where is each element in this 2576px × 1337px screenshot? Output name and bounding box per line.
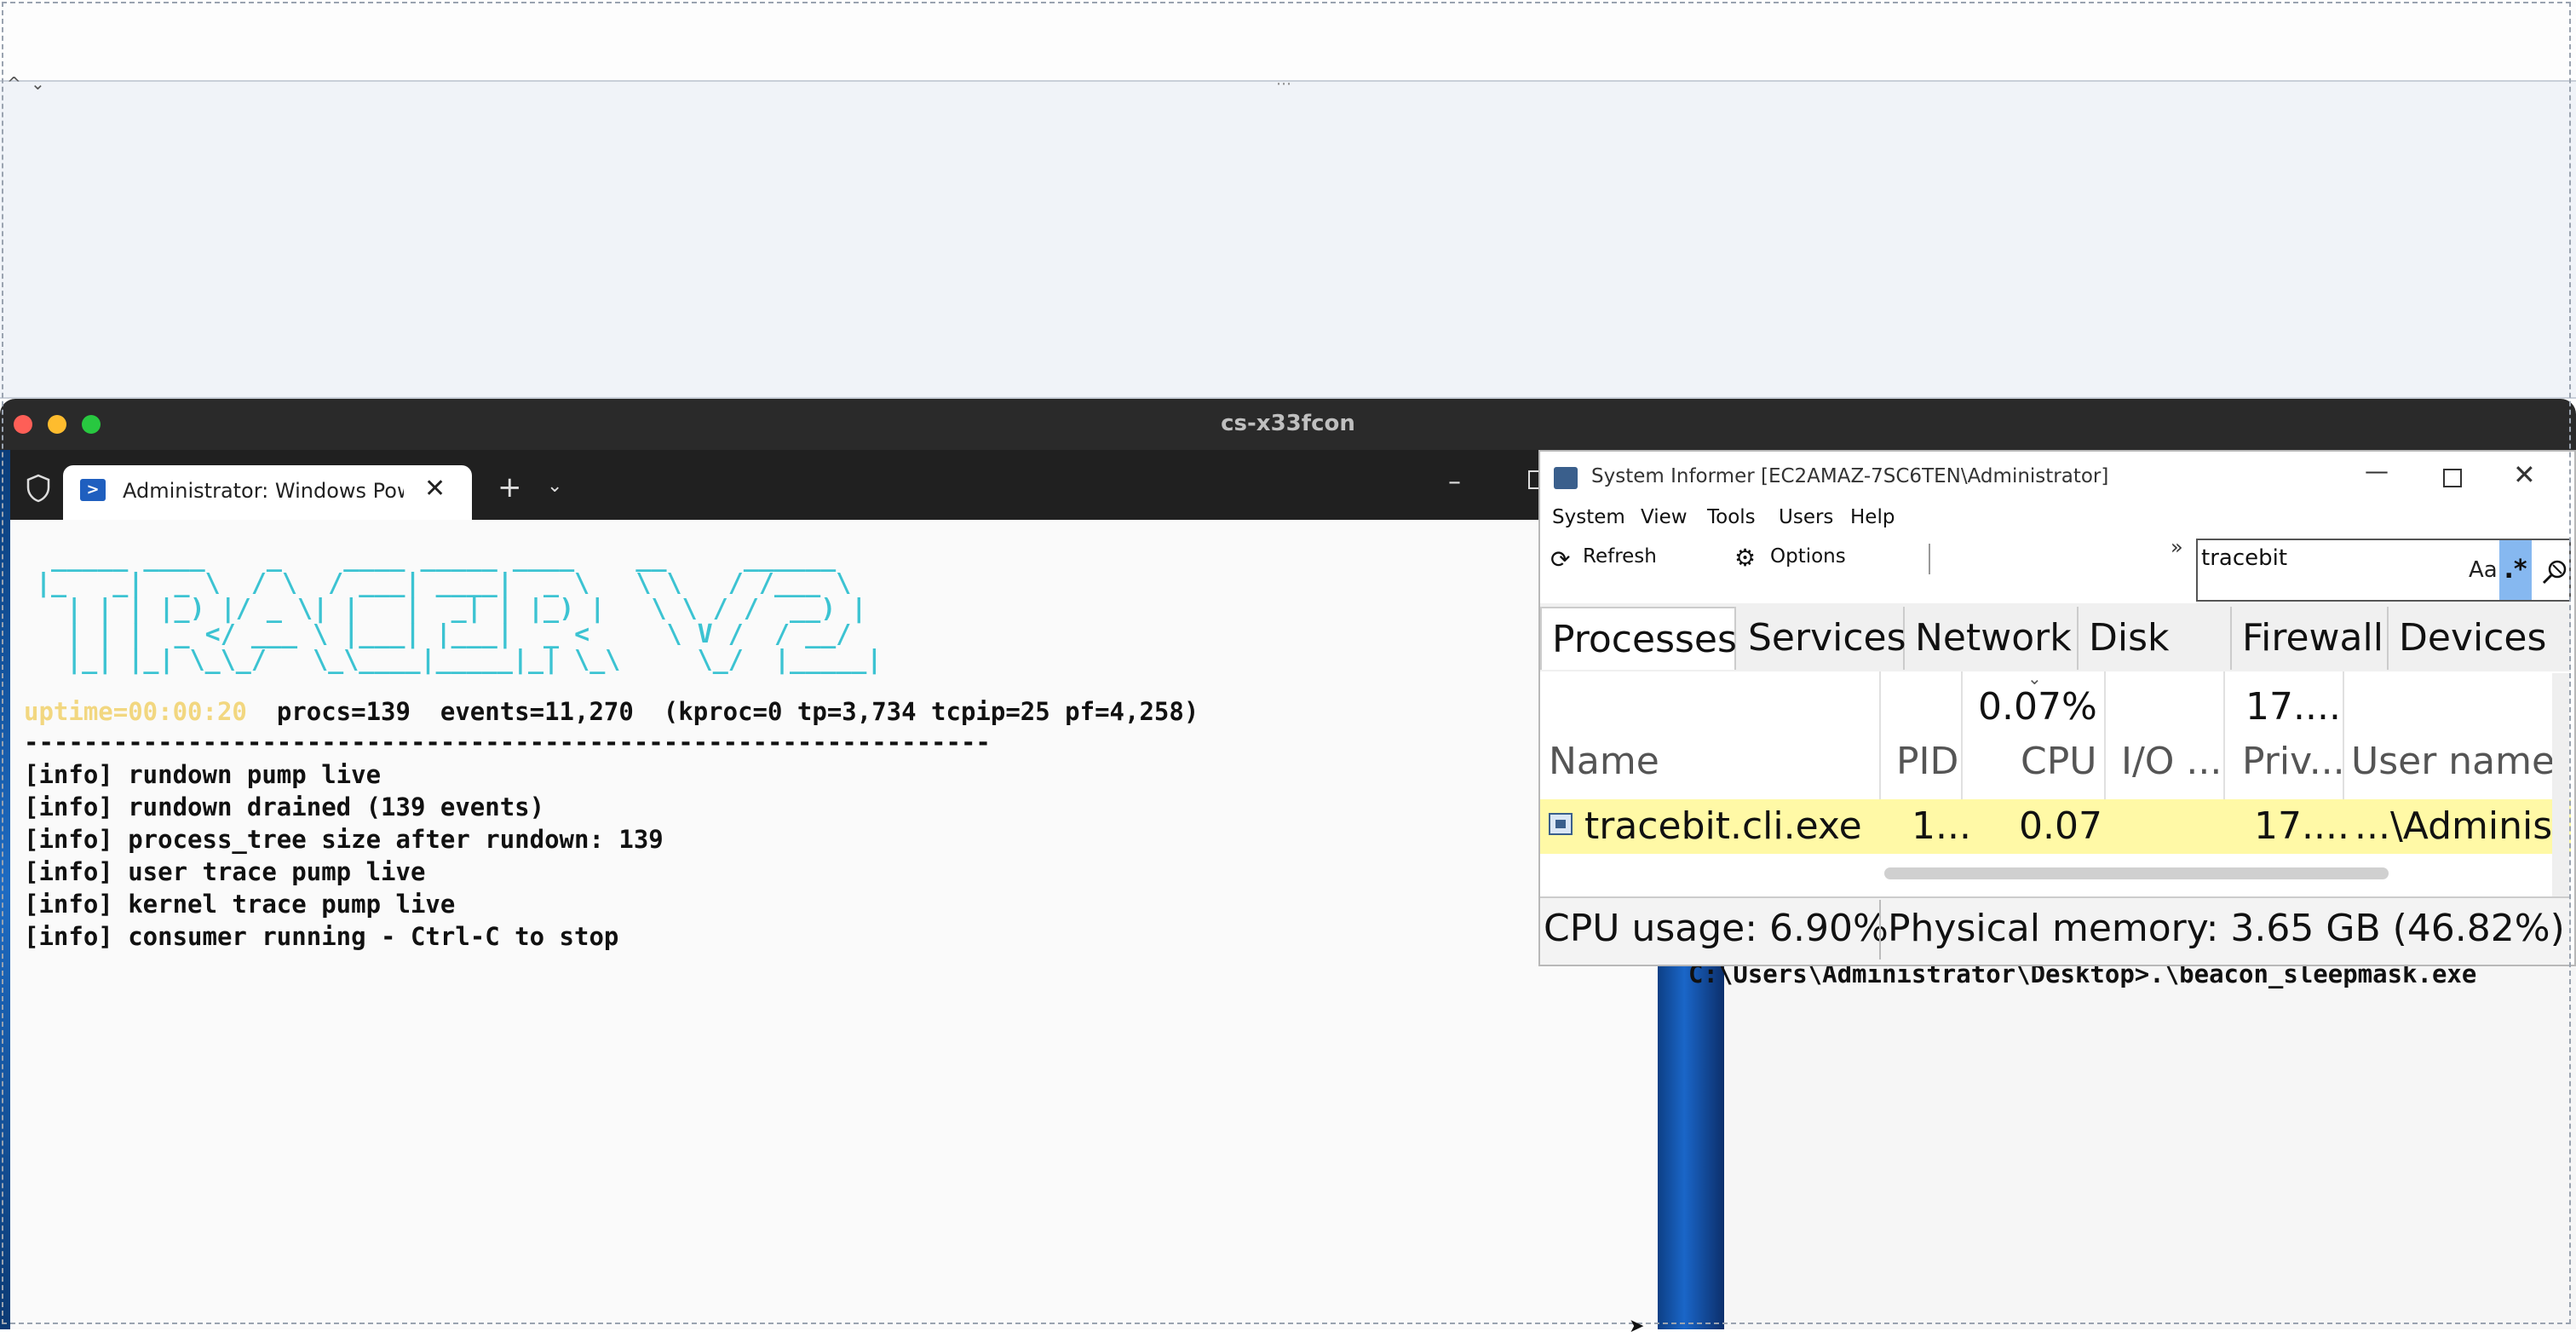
minimize-icon[interactable]: — bbox=[2365, 457, 2389, 485]
top-pane bbox=[0, 82, 2576, 399]
gear-icon[interactable]: ⚙ bbox=[1734, 544, 1756, 572]
log-line: [info] rundown pump live bbox=[24, 760, 382, 789]
log-line: [info] kernel trace pump live bbox=[24, 890, 456, 919]
cpu-total: 0.07% bbox=[1978, 685, 2097, 729]
refresh-icon[interactable]: ⟳ bbox=[1550, 545, 1570, 573]
search-input-value: tracebit bbox=[2201, 545, 2288, 571]
menu-help[interactable]: Help bbox=[1850, 506, 1895, 528]
desktop-background bbox=[0, 450, 10, 1329]
tab-firewall[interactable]: Firewall bbox=[2232, 607, 2389, 670]
tab-services[interactable]: Services bbox=[1738, 607, 1906, 670]
cell-name: tracebit.cli.exe bbox=[1584, 804, 1862, 848]
uptime-text: uptime=00:00:20 bbox=[24, 697, 247, 726]
cell-priv: 17.... bbox=[2254, 804, 2349, 848]
column-cpu[interactable]: CPU bbox=[2021, 740, 2096, 783]
close-tab-icon[interactable]: ✕ bbox=[424, 474, 446, 504]
menu-system[interactable]: System bbox=[1552, 506, 1625, 528]
powershell-icon: > bbox=[80, 479, 106, 501]
new-tab-button[interactable]: + bbox=[497, 470, 522, 504]
log-line: [info] consumer running - Ctrl-C to stop bbox=[24, 922, 619, 951]
process-icon bbox=[1549, 813, 1573, 835]
divider-line: ----------------------------------------… bbox=[24, 728, 991, 757]
tab-devices[interactable]: Devices bbox=[2389, 607, 2550, 670]
minimize-icon[interactable]: – bbox=[1448, 467, 1461, 497]
menu-view[interactable]: View bbox=[1641, 506, 1688, 528]
clear-search-icon[interactable] bbox=[2540, 557, 2569, 586]
status-physical-memory: Physical memory: 3.65 GB (46.82%) bbox=[1888, 907, 2565, 950]
column-name[interactable]: Name bbox=[1549, 740, 1659, 783]
ascii-banner: _____ ____ _ ____ _____ ____ __ ______ |… bbox=[36, 543, 883, 675]
column-user-name[interactable]: User name bbox=[2351, 740, 2555, 783]
toolbar-overflow-button[interactable]: » bbox=[2171, 535, 2183, 559]
chevron-down-icon[interactable]: ⌄ bbox=[547, 475, 562, 497]
column-separator[interactable] bbox=[1961, 671, 1963, 799]
terminal-tab-label: Administrator: Windows PowerShell bbox=[123, 479, 404, 503]
stats-text: procs=139 events=11,270 (kproc=0 tp=3,73… bbox=[246, 697, 1199, 726]
log-line: [info] process_tree size after rundown: … bbox=[24, 825, 664, 854]
status-separator bbox=[1879, 900, 1881, 960]
column-pid[interactable]: PID bbox=[1896, 740, 1958, 783]
priv-total: 17.... bbox=[2245, 685, 2341, 729]
cell-cpu: 0.07 bbox=[2019, 804, 2102, 848]
column-separator[interactable] bbox=[2223, 671, 2225, 799]
refresh-button[interactable]: Refresh bbox=[1583, 545, 1657, 568]
log-line: [info] user trace pump live bbox=[24, 857, 426, 886]
chevron-up-icon[interactable]: ^ bbox=[7, 73, 21, 94]
shield-icon bbox=[26, 474, 50, 503]
system-informer-title: System Informer [EC2AMAZ-7SC6TEN\Adminis… bbox=[1591, 465, 2109, 487]
column-separator[interactable] bbox=[2104, 671, 2106, 799]
status-cpu-usage: CPU usage: 6.90% bbox=[1544, 907, 1889, 950]
match-case-toggle[interactable]: Aa bbox=[2469, 557, 2498, 583]
chevron-down-icon[interactable]: ⌄ bbox=[31, 73, 45, 94]
maximize-icon[interactable] bbox=[2443, 469, 2462, 487]
tab-processes[interactable]: Processes bbox=[1540, 607, 1737, 670]
column-priv[interactable]: Priv... bbox=[2242, 740, 2345, 783]
tab-network[interactable]: Network bbox=[1905, 607, 2079, 670]
top-pane-header bbox=[0, 0, 2576, 82]
column-io[interactable]: I/O ... bbox=[2121, 740, 2222, 783]
mouse-cursor-icon: ➤ bbox=[1629, 1316, 1645, 1337]
toolbar-separator bbox=[1929, 544, 1930, 574]
column-separator[interactable] bbox=[1879, 671, 1881, 799]
cell-user: ...\Administrator bbox=[2355, 804, 2567, 848]
cell-pid: 1... bbox=[1912, 804, 1971, 848]
regex-toggle[interactable]: .* bbox=[2499, 540, 2532, 600]
options-button[interactable]: Options bbox=[1770, 545, 1846, 568]
tab-disk[interactable]: Disk bbox=[2079, 607, 2232, 670]
resize-grip-icon[interactable]: ⋯ bbox=[1276, 75, 1293, 93]
horizontal-scrollbar[interactable] bbox=[1884, 867, 2389, 879]
log-line: [info] rundown drained (139 events) bbox=[24, 792, 545, 821]
status-line: uptime=00:00:20 procs=139 events=11,270 … bbox=[24, 697, 1199, 726]
close-icon[interactable]: ✕ bbox=[2513, 458, 2536, 491]
window-title: cs-x33fcon bbox=[1221, 411, 1355, 436]
menu-users[interactable]: Users bbox=[1779, 506, 1833, 528]
menu-tools[interactable]: Tools bbox=[1707, 506, 1756, 528]
system-informer-icon bbox=[1554, 467, 1578, 489]
